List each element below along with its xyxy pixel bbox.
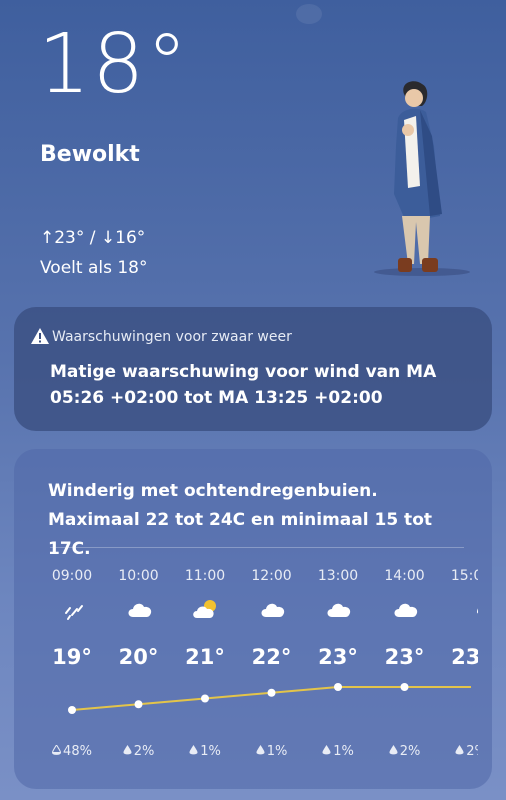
drop-icon [455,744,466,759]
precip-value: 1% [333,744,354,759]
current-temperature: 18° [38,17,190,112]
hour-temperature: 20° [118,645,159,669]
hour-time: 14:00 [384,568,425,584]
precipitation-chance: 1% [172,744,238,759]
precipitation-chance: 2% [438,744,478,759]
precip-value: 48% [63,744,92,759]
hour-time: 13:00 [317,568,359,584]
drop-icon [457,597,478,621]
hourly-forecast-strip[interactable]: 09:00 19° 48% 10:00 20° 2% 11:00 21° 1% 12:00 22° 1… [14,449,478,789]
drop-icon [256,744,267,759]
drop-icon [189,744,200,759]
precip-value: 1% [200,744,221,759]
drop-icon [322,744,333,759]
hour-time: 09:00 [51,568,93,584]
precipitation-chance: 1% [239,744,305,759]
precip-value: 2% [133,744,155,759]
hour-temperature: 21° [185,645,225,669]
hourly-column: 10:00 20° 2% [106,449,172,789]
hour-temperature: 19° [52,645,92,669]
alert-text: Matige waarschuwing voor wind van MA 05:… [50,362,437,408]
hourly-column: 13:00 23° 1% [305,449,371,789]
precipitation-chance: 2% [106,744,172,759]
drop-icon [123,744,134,759]
hourly-column: 14:00 23° 2% [372,449,438,789]
cloud-icon [258,597,288,621]
drop-icon [389,744,400,759]
precipitation-chance: 2% [372,744,438,759]
precip-value: 2% [399,744,421,759]
weather-person-illustration [374,81,470,276]
hour-time: 12:00 [251,568,292,584]
hourly-column: 11:00 21° 1% [172,449,238,789]
status-indicator [296,4,322,24]
cloud-icon [391,597,421,621]
partly-cloudy-icon [191,597,221,621]
feels-like: Voelt als 18° [40,258,148,278]
hourly-column: 09:00 19° 48% [39,449,105,789]
precipitation-chance: 48% [39,744,105,759]
precip-value: 1% [266,744,288,759]
hourly-column: 15:00 23° 2% [438,449,478,789]
warning-icon [31,328,49,344]
hourly-column: 12:00 22° 1% [239,449,305,789]
hour-time: 11:00 [184,568,226,584]
high-low-temperature: ↑23° / ↓16° [40,228,146,248]
hour-time: 10:00 [118,568,159,584]
rain-icon [58,597,88,621]
hour-time: 15:00 [450,568,478,584]
hour-temperature: 23° [318,645,358,669]
half-drop-icon [52,744,63,759]
cloud-icon [324,597,354,621]
hour-temperature: 22° [251,645,292,669]
precip-value: 2% [466,744,478,759]
severe-weather-alert-card[interactable]: Waarschuwingen voor zwaar weer Matige wa… [14,307,492,431]
hourly-forecast-card[interactable]: Winderig met ochtendregenbuien. Maximaal… [14,449,492,789]
precipitation-chance: 1% [305,744,371,759]
cloud-icon [125,597,155,621]
hour-temperature: 23° [451,645,478,669]
alert-title: Waarschuwingen voor zwaar weer [52,329,292,345]
current-condition: Bewolkt [40,142,140,167]
hour-temperature: 23° [384,645,425,669]
